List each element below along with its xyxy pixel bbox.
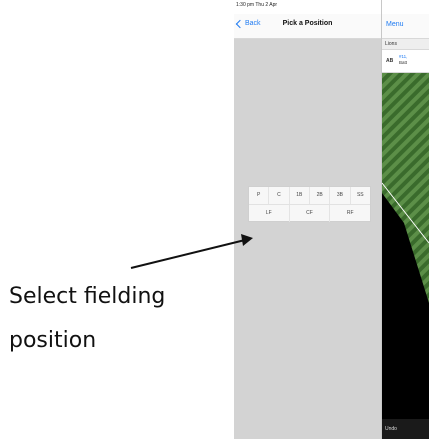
ab-label: AB [386, 58, 394, 64]
menu-bar: Menu [382, 14, 429, 39]
team-name: Lions [385, 41, 397, 47]
position-3b-button[interactable]: 3B [329, 187, 349, 204]
annotation-line-1: Select fielding [9, 284, 166, 309]
page-title: Pick a Position [282, 20, 333, 27]
position-p-button[interactable]: P [249, 187, 268, 204]
outfield-grass [382, 73, 429, 303]
status-bar: 1:30 pm Thu 2 Apr [236, 2, 278, 8]
batter-name: Batt [399, 60, 408, 65]
outfield-row: LF CF RF [249, 204, 370, 222]
position-2b-button[interactable]: 2B [308, 187, 329, 204]
infield-row: P C 1B 2B 3B SS [249, 187, 370, 204]
undo-button[interactable]: Undo [385, 426, 397, 432]
position-cf-button[interactable]: CF [288, 205, 330, 222]
annotation-line-2: position [9, 328, 97, 353]
at-bat-row[interactable]: AB #11, Batt [382, 50, 429, 73]
undo-bar: Undo [382, 419, 429, 439]
position-lf-button[interactable]: LF [249, 205, 289, 222]
position-picker: P C 1B 2B 3B SS LF CF RF [248, 186, 371, 222]
position-1b-button[interactable]: 1B [288, 187, 309, 204]
position-c-button[interactable]: C [268, 187, 288, 204]
position-rf-button[interactable]: RF [329, 205, 370, 222]
baseball-field[interactable] [382, 73, 429, 419]
tablet-screenshot: 1:30 pm Thu 2 Apr Back Pick a Position P… [234, 0, 429, 439]
team-header: Lions [382, 39, 429, 50]
position-ss-button[interactable]: SS [349, 187, 370, 204]
nav-bar: Back Pick a Position [234, 14, 381, 39]
menu-button[interactable]: Menu [386, 21, 404, 28]
batter-number: #11, [399, 54, 408, 59]
field-graphic [382, 73, 429, 303]
scoring-pane: Menu Lions AB #11, Batt Undo [382, 0, 429, 439]
position-panel [234, 39, 381, 439]
